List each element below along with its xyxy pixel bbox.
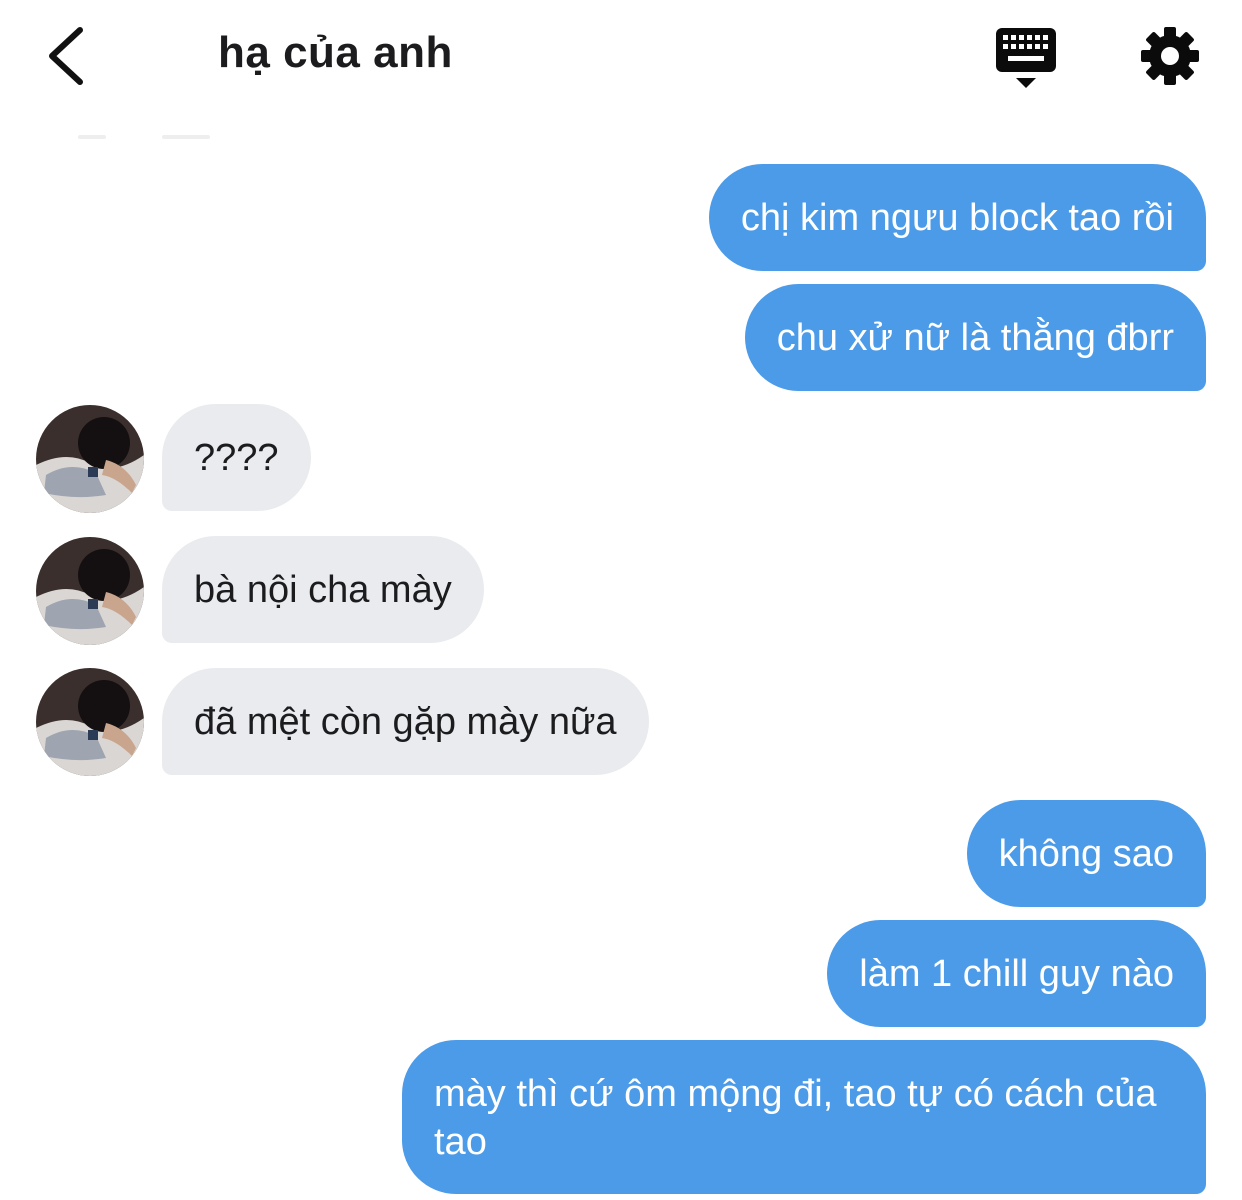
faded-edge: [78, 135, 106, 139]
message-outgoing[interactable]: không sao: [966, 800, 1206, 907]
avatar[interactable]: [36, 405, 144, 513]
message-outgoing[interactable]: mày thì cứ ôm mộng đi, tao tự có cách củ…: [402, 1040, 1206, 1194]
avatar[interactable]: [36, 537, 144, 645]
message-incoming[interactable]: bà nội cha mày: [162, 536, 484, 643]
gear-icon: [1141, 27, 1199, 85]
message-incoming[interactable]: ????: [162, 404, 311, 511]
message-outgoing[interactable]: chị kim ngưu block tao rồi: [708, 164, 1206, 271]
chat-title: hạ của anh: [218, 28, 453, 77]
message-incoming[interactable]: đã mệt còn gặp mày nữa: [162, 668, 649, 775]
avatar[interactable]: [36, 668, 144, 776]
faded-edge: [162, 135, 210, 139]
settings-button[interactable]: [1138, 24, 1202, 88]
message-outgoing[interactable]: chu xử nữ là thằng đbrr: [744, 284, 1206, 391]
back-button[interactable]: [36, 20, 100, 92]
keyboard-button[interactable]: [994, 26, 1058, 90]
chat-header: hạ của anh: [0, 0, 1242, 120]
chevron-left-icon: [49, 27, 83, 85]
message-outgoing[interactable]: làm 1 chill guy nào: [827, 920, 1206, 1027]
keyboard-icon: [996, 28, 1056, 88]
